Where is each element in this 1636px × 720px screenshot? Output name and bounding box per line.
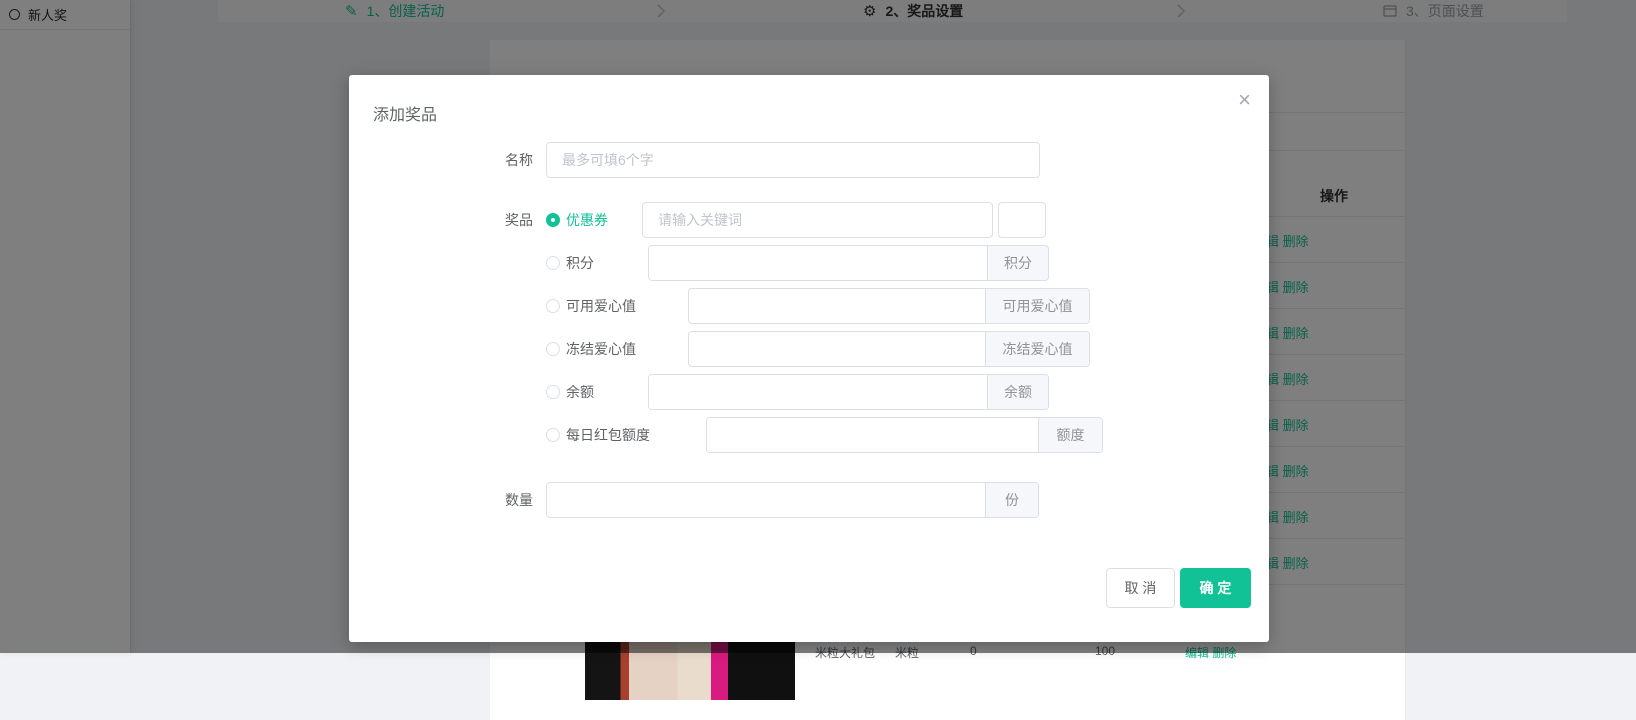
- frozen-value-option-label: 冻结爱心值: [566, 331, 636, 367]
- name-input[interactable]: [546, 142, 1040, 178]
- daily-quota-input[interactable]: [707, 418, 1038, 452]
- frozen-value-suffix: 冻结爱心值: [985, 332, 1089, 366]
- radio-points[interactable]: [546, 256, 560, 270]
- frozen-value-input-group: 冻结爱心值: [688, 331, 1090, 367]
- balance-input-group: 余额: [648, 374, 1049, 410]
- balance-option-label: 余额: [566, 374, 594, 410]
- add-prize-dialog: 添加奖品 × 名称 奖品 优惠券 积分 积分 可用爱心值 可用爱心值 冻结爱心值…: [349, 75, 1269, 642]
- balance-input[interactable]: [649, 375, 987, 409]
- daily-quota-suffix: 额度: [1038, 418, 1102, 452]
- frozen-value-input[interactable]: [689, 332, 985, 366]
- radio-frozen-value[interactable]: [546, 342, 560, 356]
- balance-suffix: 余额: [987, 375, 1048, 409]
- points-suffix: 积分: [987, 246, 1048, 280]
- radio-coupon[interactable]: [546, 213, 560, 227]
- name-label: 名称: [477, 142, 533, 178]
- dialog-title: 添加奖品: [373, 101, 437, 125]
- points-option-label: 积分: [566, 245, 594, 281]
- close-icon[interactable]: ×: [1238, 89, 1251, 111]
- confirm-button[interactable]: 确 定: [1180, 568, 1251, 608]
- radio-balance[interactable]: [546, 385, 560, 399]
- love-value-input-group: 可用爱心值: [688, 288, 1090, 324]
- points-input-group: 积分: [648, 245, 1049, 281]
- quantity-input-group: 份: [546, 482, 1039, 518]
- daily-quota-option-label: 每日红包额度: [566, 417, 650, 453]
- cancel-button[interactable]: 取 消: [1106, 568, 1175, 608]
- quantity-suffix: 份: [985, 483, 1038, 517]
- love-value-suffix: 可用爱心值: [985, 289, 1089, 323]
- daily-quota-input-group: 额度: [706, 417, 1103, 453]
- quantity-input[interactable]: [547, 483, 985, 517]
- prize-label: 奖品: [477, 202, 533, 238]
- radio-daily-quota[interactable]: [546, 428, 560, 442]
- love-value-option-label: 可用爱心值: [566, 288, 636, 324]
- quantity-label: 数量: [477, 482, 533, 518]
- coupon-count-input[interactable]: [998, 202, 1046, 238]
- love-value-input[interactable]: [689, 289, 985, 323]
- coupon-option-label: 优惠券: [566, 202, 608, 238]
- points-input[interactable]: [649, 246, 987, 280]
- radio-love-value[interactable]: [546, 299, 560, 313]
- coupon-keyword-input[interactable]: [642, 202, 993, 238]
